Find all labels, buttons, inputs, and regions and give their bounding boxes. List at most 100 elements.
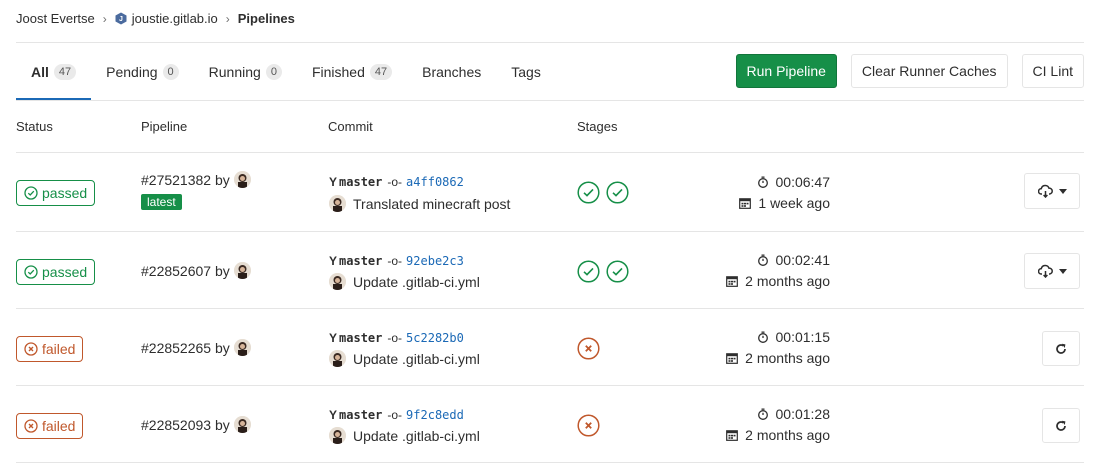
x-circle-icon: [24, 342, 38, 356]
breadcrumb-project[interactable]: joustie.gitlab.io: [132, 11, 218, 26]
tab-count-badge: 0: [265, 63, 282, 80]
x-circle-icon: [24, 419, 38, 433]
commit-sha-link[interactable]: 5c2282b0: [406, 331, 464, 345]
tab-all[interactable]: All 47: [16, 43, 92, 100]
branch-link[interactable]: master: [339, 175, 382, 189]
tab-pending[interactable]: Pending 0: [91, 43, 194, 100]
branch-icon: Y: [329, 175, 338, 189]
pipeline-link[interactable]: #22852265 by: [141, 340, 230, 356]
breadcrumb: Joost Evertse › J joustie.gitlab.io › Pi…: [16, 11, 295, 26]
status-label: passed: [42, 264, 88, 280]
commit-ref: Y master -o- a4ff0862: [329, 175, 464, 189]
retry-button[interactable]: [1042, 331, 1080, 366]
tab-running[interactable]: Running 0: [194, 43, 297, 100]
duration-value: 00:02:41: [775, 252, 831, 268]
breadcrumb-user[interactable]: Joost Evertse: [16, 11, 95, 26]
commit-ref: Y master -o- 5c2282b0: [329, 331, 464, 345]
clear-runner-caches-button[interactable]: Clear Runner Caches: [850, 54, 1008, 88]
branch-link[interactable]: master: [339, 254, 382, 268]
retry-button[interactable]: [1042, 408, 1080, 443]
finished-value: 2 months ago: [745, 350, 830, 366]
table-row: failed #22852265 by Y master -o- 5c2282b…: [16, 309, 1084, 386]
commit-message-link[interactable]: Update .gitlab-ci.yml: [353, 428, 480, 444]
calendar-icon: [739, 198, 752, 209]
duration: 00:06:47: [757, 174, 830, 190]
status-badge[interactable]: passed: [16, 259, 96, 285]
stage-passed-icon[interactable]: [606, 181, 629, 204]
avatar[interactable]: [329, 195, 346, 212]
tab-label: Finished: [311, 63, 365, 80]
finished-at: 1 week ago: [739, 195, 830, 211]
tab-tags[interactable]: Tags: [496, 43, 556, 100]
tab-label: Pending: [106, 63, 158, 80]
avatar[interactable]: [329, 427, 346, 444]
avatar[interactable]: [233, 262, 251, 279]
commit-message-link[interactable]: Translated minecraft post: [353, 196, 510, 212]
table-row: passed #27521382 by latest Y master -o- …: [16, 153, 1084, 232]
latest-badge: latest: [141, 194, 182, 210]
stage-passed-icon[interactable]: [577, 260, 600, 283]
duration: 00:01:28: [757, 406, 831, 422]
ci-lint-button[interactable]: CI Lint: [1021, 54, 1084, 88]
calendar-icon: [726, 353, 739, 364]
tab-count-badge: 47: [53, 63, 77, 80]
table-header: Status Pipeline Commit Stages: [16, 119, 1084, 135]
finished-at: 2 months ago: [726, 273, 830, 289]
duration: 00:02:41: [757, 252, 831, 268]
project-icon: J: [115, 12, 127, 25]
caret-down-icon: [1058, 188, 1067, 194]
pipeline-link[interactable]: #27521382 by: [141, 172, 230, 188]
status-label: passed: [42, 185, 88, 201]
chevron-right-icon: ›: [225, 11, 230, 26]
duration-value: 00:01:28: [775, 406, 831, 422]
avatar[interactable]: [233, 339, 251, 356]
status-badge[interactable]: passed: [16, 180, 96, 206]
stage-passed-icon[interactable]: [606, 260, 629, 283]
pipeline-id: #27521382 by: [141, 171, 251, 188]
stage-failed-icon[interactable]: [577, 414, 600, 437]
commit-sha-link[interactable]: 92ebe2c3: [406, 254, 464, 268]
pipeline-id: #22852607 by: [141, 262, 251, 279]
commit-ref: Y master -o- 92ebe2c3: [329, 254, 464, 268]
tab-finished[interactable]: Finished 47: [297, 43, 407, 100]
commit-sha-link[interactable]: 9f2c8edd: [406, 408, 464, 422]
run-pipeline-button[interactable]: Run Pipeline: [735, 54, 837, 88]
duration-value: 00:01:15: [775, 329, 831, 345]
finished-value: 1 week ago: [758, 195, 830, 211]
tab-label: Tags: [511, 63, 541, 80]
column-header-commit: Commit: [328, 119, 373, 134]
tab-branches[interactable]: Branches: [407, 43, 496, 100]
commit-message-link[interactable]: Update .gitlab-ci.yml: [353, 351, 480, 367]
commit-sha-link[interactable]: a4ff0862: [406, 175, 464, 189]
commit-icon: -o-: [387, 175, 403, 189]
commit-message-link[interactable]: Update .gitlab-ci.yml: [353, 274, 480, 290]
artifacts-dropdown-button[interactable]: [1024, 173, 1080, 209]
tab-label: All: [31, 63, 49, 80]
pipeline-link[interactable]: #22852093 by: [141, 417, 230, 433]
pipeline-id: #22852093 by: [141, 416, 251, 433]
branch-link[interactable]: master: [339, 331, 382, 345]
avatar[interactable]: [233, 171, 251, 188]
divider: [16, 100, 1084, 101]
status-badge[interactable]: failed: [16, 336, 84, 362]
status-badge[interactable]: failed: [16, 413, 84, 439]
calendar-icon: [726, 276, 739, 287]
stage-passed-icon[interactable]: [577, 181, 600, 204]
stage-failed-icon[interactable]: [577, 337, 600, 360]
commit-icon: -o-: [387, 408, 403, 422]
branch-link[interactable]: master: [339, 408, 382, 422]
timer-icon: [757, 408, 768, 420]
avatar[interactable]: [329, 350, 346, 367]
pipeline-link[interactable]: #22852607 by: [141, 263, 230, 279]
chevron-right-icon: ›: [102, 11, 107, 26]
commit-icon: -o-: [387, 331, 403, 345]
table-row: failed #22852093 by Y master -o- 9f2c8ed…: [16, 386, 1084, 463]
column-header-stages: Stages: [577, 119, 618, 134]
retry-icon: [1056, 343, 1066, 354]
avatar[interactable]: [329, 273, 346, 290]
cloud-download-icon: [1037, 184, 1053, 198]
avatar[interactable]: [233, 416, 251, 433]
retry-icon: [1056, 420, 1066, 431]
artifacts-dropdown-button[interactable]: [1024, 253, 1080, 289]
commit-title: Update .gitlab-ci.yml: [329, 350, 480, 367]
